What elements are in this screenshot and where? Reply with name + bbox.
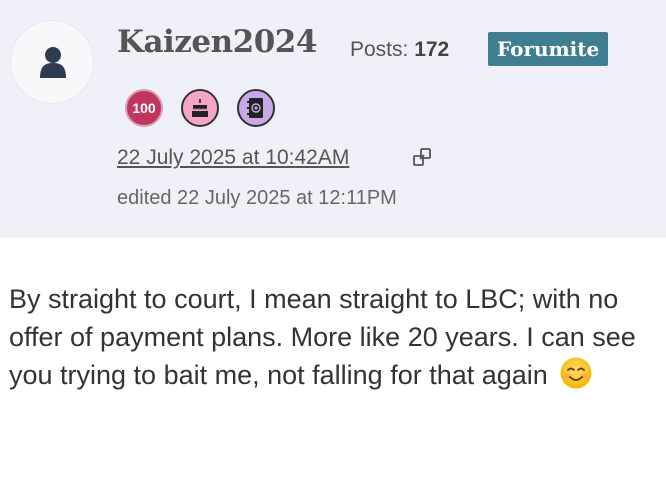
rank-badge[interactable]: Forumite [488,32,609,66]
posts-count: 172 [414,38,450,61]
user-icon [40,47,66,78]
address-book-badge-icon[interactable] [237,89,275,127]
avatar[interactable] [10,20,94,104]
post-body: By straight to court, I mean straight to… [9,280,659,394]
badge-100-label: 100 [132,100,156,116]
smiling-face-emoji [560,357,592,389]
edited-note: edited 22 July 2025 at 12:11PM [117,187,397,209]
post-header: Kaizen2024 Posts: 172 Forumite 100 22 Ju… [0,0,666,238]
cake-badge-icon[interactable] [181,89,219,127]
cake-icon [192,99,209,117]
posts-label: Posts: [350,38,409,61]
post-timestamp-link[interactable]: 22 July 2025 at 10:42AM [117,146,349,170]
post-count: Posts: 172 [350,38,449,62]
post-body-text: By straight to court, I mean straight to… [9,284,636,390]
username-link[interactable]: Kaizen2024 [117,24,317,60]
badge-100-icon[interactable]: 100 [125,89,163,127]
address-book-icon [247,98,263,118]
permalink-icon[interactable] [412,147,432,167]
